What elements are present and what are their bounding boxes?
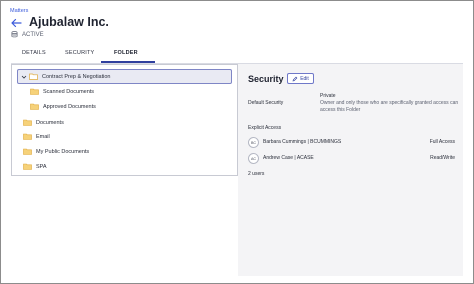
tree-item-contract-prep[interactable]: Contract Prep & Negotiation <box>17 69 232 84</box>
tree-item-spa[interactable]: SPA <box>23 160 47 173</box>
tab-details[interactable]: DETAILS <box>22 50 46 56</box>
access-level: Read/Write <box>430 155 455 161</box>
tree-item-label: My Public Documents <box>36 148 90 155</box>
access-level: Full Access <box>429 139 455 145</box>
breadcrumb-matters[interactable]: Matters <box>10 8 28 14</box>
tree-item-label: Scanned Documents <box>43 88 95 95</box>
folder-icon <box>23 119 32 126</box>
user-name: Barbara Cummings | BCUMMINGS <box>263 139 342 145</box>
explicit-access-label: Explicit Access <box>248 125 282 131</box>
tree-item-label: Documents <box>36 119 64 126</box>
default-security-label: Default Security <box>248 100 284 106</box>
back-arrow-icon[interactable] <box>10 17 22 29</box>
avatar: BC <box>248 137 259 148</box>
tree-item-label: Contract Prep & Negotiation <box>42 73 111 80</box>
tree-item-label: Approved Documents <box>43 103 96 110</box>
tree-item-my-public-documents[interactable]: My Public Documents <box>23 145 89 158</box>
folder-tree-panel: Contract Prep & Negotiation Scanned Docu… <box>11 64 238 176</box>
folder-icon <box>30 88 39 95</box>
folder-icon <box>30 103 39 110</box>
security-title: Security <box>248 74 284 84</box>
database-icon <box>11 31 18 38</box>
page-title: Ajubalaw Inc. <box>29 15 109 29</box>
edit-button[interactable]: Edit <box>287 73 314 84</box>
tree-item-documents[interactable]: Documents <box>23 116 64 129</box>
user-count: 2 users <box>248 171 265 177</box>
security-panel: Security Edit Default Security Private O… <box>238 64 463 276</box>
tab-security[interactable]: SECURITY <box>65 50 94 56</box>
folder-icon <box>29 73 38 80</box>
status-text: ACTIVE <box>22 31 44 38</box>
tree-item-label: Email <box>36 133 50 140</box>
avatar: AC <box>248 153 259 164</box>
tree-item-scanned-documents[interactable]: Scanned Documents <box>30 85 94 98</box>
user-name: Andrew Case | ACASE <box>263 155 314 161</box>
folder-icon <box>23 148 32 155</box>
pencil-icon <box>292 76 298 81</box>
chevron-down-icon[interactable] <box>21 74 27 80</box>
status-indicator: ACTIVE <box>11 31 44 38</box>
active-tab-indicator <box>101 61 155 63</box>
tab-folder[interactable]: FOLDER <box>114 50 138 56</box>
default-security-description: Owner and only those who are specificall… <box>320 100 459 113</box>
edit-button-label: Edit <box>300 75 309 82</box>
tree-item-label: SPA <box>36 163 47 170</box>
tree-item-email[interactable]: Email <box>23 130 50 143</box>
tab-bar: DETAILS SECURITY FOLDER <box>11 44 463 64</box>
tree-item-approved-documents[interactable]: Approved Documents <box>30 100 96 113</box>
folder-icon <box>23 163 32 170</box>
folder-icon <box>23 133 32 140</box>
default-security-value: Private <box>320 93 336 99</box>
